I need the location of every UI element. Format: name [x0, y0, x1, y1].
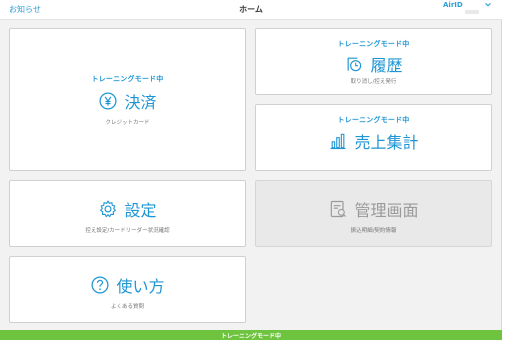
page-title: ホーム	[239, 5, 263, 14]
payment-subtitle: クレジットカード	[105, 120, 150, 126]
training-mode-label: トレーニングモード中	[337, 116, 410, 124]
payment-label: 決済	[124, 93, 157, 112]
sales-summary-card[interactable]: トレーニングモード中 売上集計	[255, 104, 492, 171]
training-mode-label: トレーニングモード中	[337, 40, 410, 48]
help-card[interactable]: 使い方 よくある質問	[9, 256, 246, 323]
airid-account[interactable]: AirID	[443, 1, 463, 9]
chevron-down-icon[interactable]	[484, 1, 492, 9]
clock-document-icon	[348, 57, 362, 72]
management-card: 管理画面 振込明細/契約情報	[255, 180, 492, 247]
bar-chart-icon	[330, 133, 346, 150]
history-subtitle: 取り消し/控え発行	[350, 79, 397, 85]
yen-circle-icon	[99, 92, 118, 110]
settings-subtitle: 控え設定/カードリーダー状況確認	[85, 228, 170, 234]
training-mode-label: トレーニングモード中	[91, 75, 164, 83]
settings-label: 設定	[124, 201, 157, 220]
admin-panel-icon	[331, 200, 347, 218]
training-mode-banner: トレーニングモード中	[0, 330, 502, 340]
history-label: 履歴	[370, 56, 403, 75]
payment-card[interactable]: トレーニングモード中 決済 クレジットカード	[9, 28, 246, 171]
account-name-placeholder	[465, 10, 479, 14]
help-subtitle: よくある質問	[110, 304, 144, 310]
top-bar: お知らせ ホーム AirID	[0, 0, 502, 20]
management-subtitle: 振込明細/契約情報	[350, 228, 397, 234]
settings-card[interactable]: 設定 控え設定/カードリーダー状況確認	[9, 180, 246, 247]
sales-summary-label: 売上集計	[354, 133, 419, 152]
training-mode-banner-label: トレーニングモード中	[220, 333, 281, 340]
gear-icon	[100, 200, 117, 218]
app-frame: お知らせ ホーム AirID トレーニングモード中 決済 クレジットカード トレ…	[0, 0, 502, 340]
history-card[interactable]: トレーニングモード中 履歴 取り消し/控え発行	[255, 28, 492, 95]
question-circle-icon	[91, 276, 110, 294]
management-label: 管理画面	[354, 201, 419, 220]
help-label: 使い方	[116, 277, 165, 296]
